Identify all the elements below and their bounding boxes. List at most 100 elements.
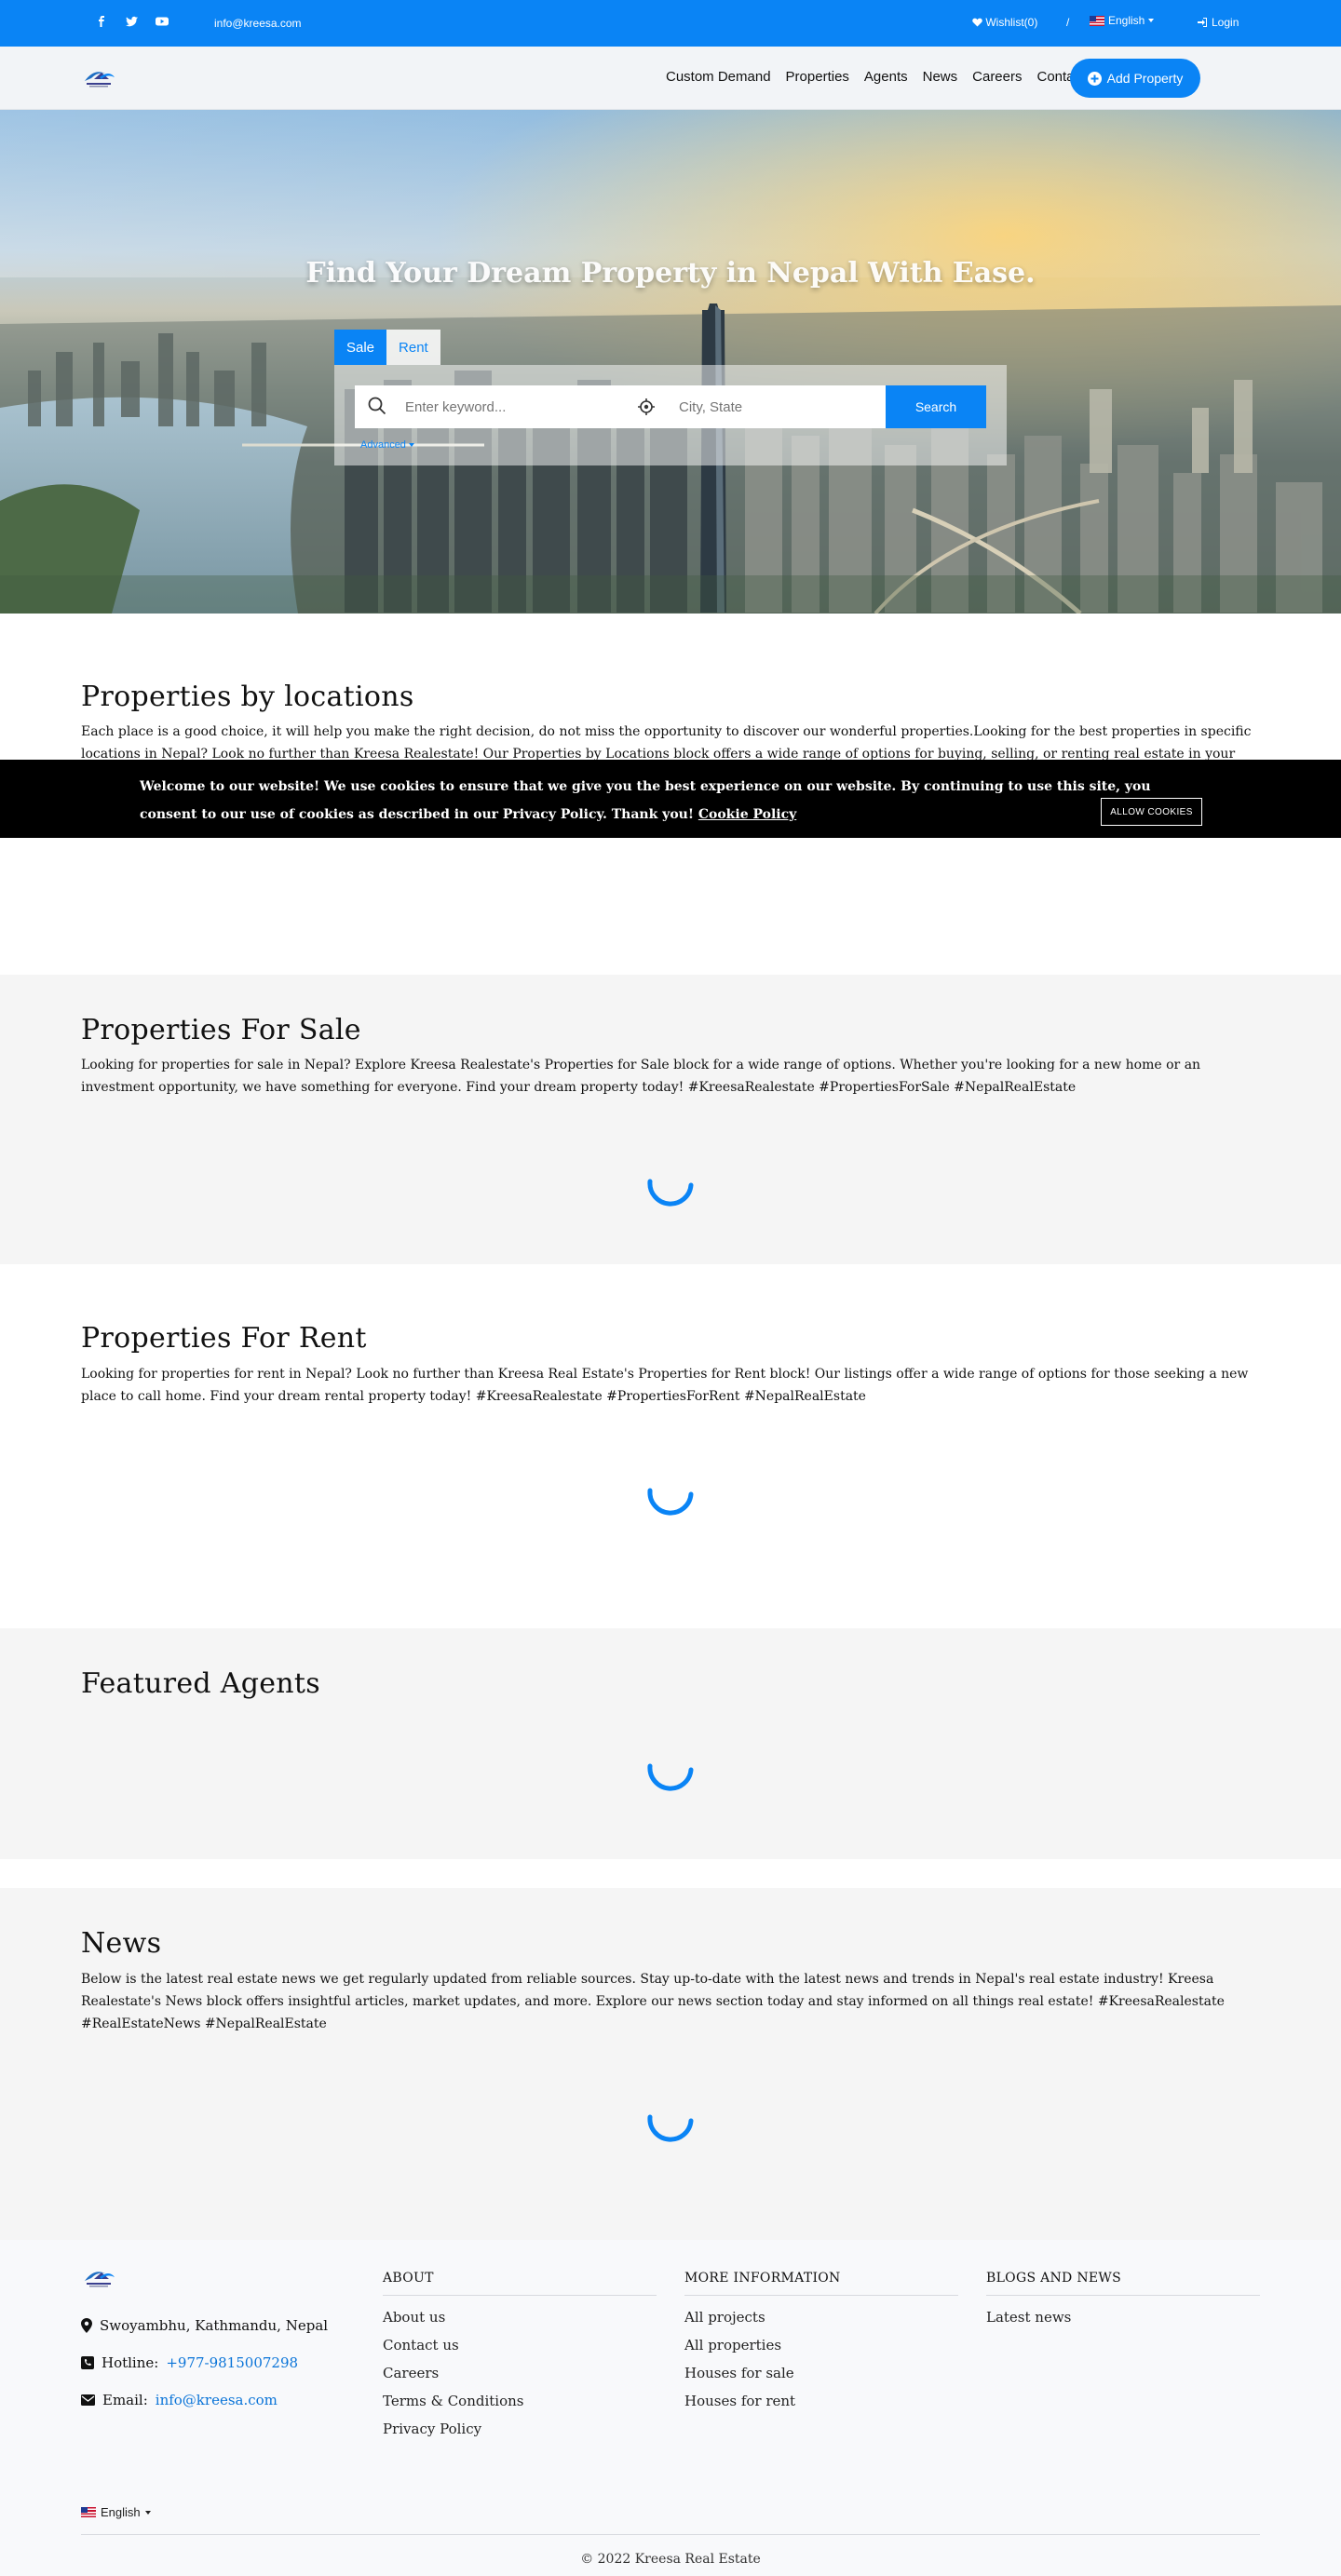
news-title: News xyxy=(81,1927,162,1960)
sale-description: Looking for properties for sale in Nepal… xyxy=(81,1058,1201,1095)
wishlist-link[interactable]: Wishlist(0) xyxy=(972,16,1037,29)
map-marker-icon xyxy=(81,2318,92,2333)
footer-column-title: BLOGS AND NEWS xyxy=(986,2271,1260,2296)
footer-contact: Swoyambhu, Kathmandu, Nepal Hotline: +97… xyxy=(81,2316,328,2428)
hotline-label: Hotline: xyxy=(102,2354,159,2371)
language-selector[interactable]: English xyxy=(1090,14,1155,27)
agents-title: Featured Agents xyxy=(81,1667,320,1700)
rent-section: Properties For Rent Looking for properti… xyxy=(0,1264,1341,1628)
nav-links: Custom Demand Properties Agents News Car… xyxy=(666,69,1085,85)
youtube-icon[interactable] xyxy=(156,16,169,27)
loading-spinner-icon xyxy=(647,1763,694,1791)
advanced-label: Advanced xyxy=(360,439,406,451)
login-link[interactable]: Login xyxy=(1198,16,1239,29)
address-text: Swoyambhu, Kathmandu, Nepal xyxy=(100,2317,329,2334)
wishlist-label: Wishlist(0) xyxy=(985,16,1038,29)
top-email-link[interactable]: info@kreesa.com xyxy=(214,17,302,30)
section-spacer xyxy=(0,1859,1341,1888)
nav-custom-demand[interactable]: Custom Demand xyxy=(666,69,771,85)
phone-square-icon xyxy=(81,2356,94,2369)
keyword-input[interactable] xyxy=(405,385,638,428)
nav-careers[interactable]: Careers xyxy=(972,69,1022,85)
us-flag-icon xyxy=(1090,15,1104,26)
footer-logo[interactable] xyxy=(81,2264,116,2290)
section-spacer xyxy=(0,921,1341,975)
city-state-input[interactable] xyxy=(679,385,893,428)
tab-rent[interactable]: Rent xyxy=(386,330,440,365)
twitter-icon[interactable] xyxy=(126,16,138,27)
listing-type-tabs: Sale Rent xyxy=(334,330,440,365)
footer-column-blogs: BLOGS AND NEWS Latest news xyxy=(986,2271,1260,2337)
footer-column-title: MORE INFORMATION xyxy=(684,2271,958,2296)
footer-column-title: ABOUT xyxy=(383,2271,657,2296)
site-logo[interactable] xyxy=(81,64,116,90)
login-label: Login xyxy=(1212,16,1239,29)
agents-section: Featured Agents xyxy=(0,1628,1341,1859)
topbar-separator: / xyxy=(1066,16,1070,29)
copyright-text: © 2022 Kreesa Real Estate xyxy=(580,2552,761,2567)
footer-divider xyxy=(81,2534,1260,2535)
footer-hotline: Hotline: +977-9815007298 xyxy=(81,2353,328,2372)
advanced-search-toggle[interactable]: Advanced xyxy=(360,439,414,451)
rent-title: Properties For Rent xyxy=(81,1322,367,1355)
search-box: Search xyxy=(355,385,986,428)
sale-title: Properties For Sale xyxy=(81,1014,361,1046)
hero-banner: Find Your Dream Property in Nepal With E… xyxy=(0,110,1341,614)
loading-spinner-icon xyxy=(647,1488,694,1516)
site-footer: Swoyambhu, Kathmandu, Nepal Hotline: +97… xyxy=(0,2240,1341,2576)
plus-circle-icon xyxy=(1087,71,1102,86)
loading-spinner-icon xyxy=(647,2114,694,2142)
cookie-text: Welcome to our website! We use cookies t… xyxy=(140,779,1151,822)
search-button[interactable]: Search xyxy=(886,385,986,428)
main-navbar: Custom Demand Properties Agents News Car… xyxy=(0,47,1341,110)
footer-link-all-projects[interactable]: All projects xyxy=(684,2309,958,2337)
email-label: Email: xyxy=(102,2392,148,2408)
locations-description: Each place is a good choice, it will hel… xyxy=(81,724,1252,762)
social-links xyxy=(96,16,169,27)
footer-email-link[interactable]: info@kreesa.com xyxy=(156,2392,278,2408)
caret-down-icon xyxy=(408,443,414,447)
footer-link-careers[interactable]: Careers xyxy=(383,2365,657,2393)
footer-link-houses-sale[interactable]: Houses for sale xyxy=(684,2365,958,2393)
nav-agents[interactable]: Agents xyxy=(864,69,908,85)
hotline-link[interactable]: +977-9815007298 xyxy=(166,2354,298,2371)
locations-title: Properties by locations xyxy=(81,681,414,713)
news-description: Below is the latest real estate news we … xyxy=(81,1972,1225,2031)
rent-description: Looking for properties for rent in Nepal… xyxy=(81,1367,1249,1404)
footer-link-privacy[interactable]: Privacy Policy xyxy=(383,2421,657,2448)
footer-link-contact-us[interactable]: Contact us xyxy=(383,2337,657,2365)
add-property-button[interactable]: Add Property xyxy=(1070,59,1200,98)
nav-properties[interactable]: Properties xyxy=(786,69,849,85)
language-label: English xyxy=(1108,14,1145,27)
add-property-label: Add Property xyxy=(1106,71,1184,86)
footer-link-houses-rent[interactable]: Houses for rent xyxy=(684,2393,958,2421)
news-section: News Below is the latest real estate new… xyxy=(0,1888,1341,2240)
location-crosshair-icon xyxy=(638,398,655,415)
footer-link-about-us[interactable]: About us xyxy=(383,2309,657,2337)
search-panel: Search Advanced xyxy=(334,365,1007,465)
caret-down-icon xyxy=(144,2510,151,2515)
tab-sale[interactable]: Sale xyxy=(334,330,387,365)
allow-cookies-button[interactable]: ALLOW COOKIES xyxy=(1101,798,1202,826)
footer-column-more-info: MORE INFORMATION All projects All proper… xyxy=(684,2271,958,2421)
footer-link-terms[interactable]: Terms & Conditions xyxy=(383,2393,657,2421)
footer-column-about: ABOUT About us Contact us Careers Terms … xyxy=(383,2271,657,2448)
us-flag-icon xyxy=(81,2507,96,2517)
loading-spinner-icon xyxy=(647,1179,694,1207)
cookie-message: Welcome to our website! We use cookies t… xyxy=(140,773,1201,829)
top-bar: info@kreesa.com Wishlist(0) / English Lo… xyxy=(0,0,1341,47)
cookie-banner: Welcome to our website! We use cookies t… xyxy=(0,760,1341,838)
sale-section: Properties For Sale Looking for properti… xyxy=(0,975,1341,1264)
footer-email: Email: info@kreesa.com xyxy=(81,2391,328,2409)
heart-icon xyxy=(972,18,982,27)
search-icon xyxy=(368,397,386,415)
footer-language-label: English xyxy=(101,2505,141,2519)
city-skyline-image xyxy=(0,110,1341,614)
footer-link-latest-news[interactable]: Latest news xyxy=(986,2309,1260,2337)
cookie-policy-link[interactable]: Cookie Policy xyxy=(698,807,796,822)
nav-news[interactable]: News xyxy=(923,69,958,85)
facebook-icon[interactable] xyxy=(96,16,107,27)
caret-down-icon xyxy=(1148,19,1155,22)
footer-language-selector[interactable]: English xyxy=(81,2505,151,2519)
footer-link-all-properties[interactable]: All properties xyxy=(684,2337,958,2365)
